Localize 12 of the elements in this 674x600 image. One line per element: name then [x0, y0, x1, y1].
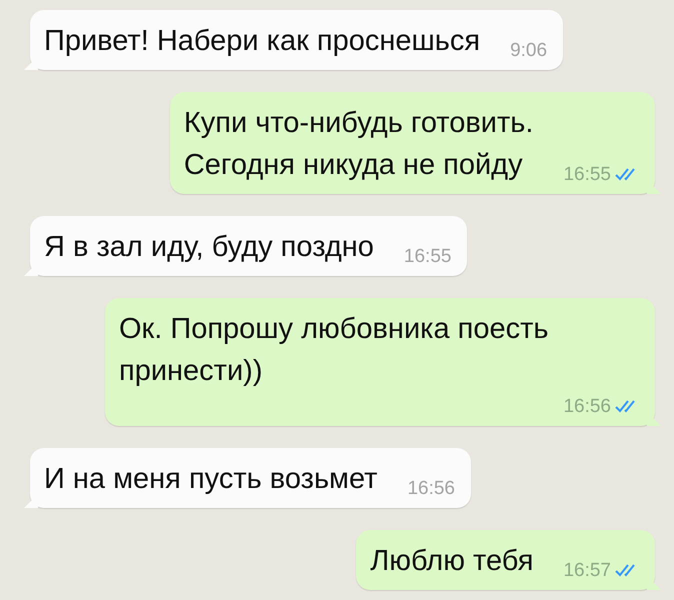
message-time: 9:06 — [510, 40, 548, 62]
message-text: Ок. Попрошу любовника поесть принести)) — [119, 312, 549, 389]
message-time: 16:57 — [563, 560, 611, 582]
message-time: 16:55 — [404, 246, 452, 268]
message-text: Я в зал иду, буду поздно — [44, 230, 374, 265]
message-text: Привет! Набери как проснешься — [44, 24, 480, 59]
message-text: Купи что-нибудь готовить. Сегодня никуда не пойду — [184, 106, 534, 183]
message-text: И на меня пусть возьмет — [44, 462, 378, 497]
message-time: 16:56 — [407, 478, 455, 500]
message-text: Люблю тебя — [370, 544, 534, 579]
message-time: 16:56 — [563, 396, 611, 418]
message-time: 16:55 — [563, 164, 611, 186]
